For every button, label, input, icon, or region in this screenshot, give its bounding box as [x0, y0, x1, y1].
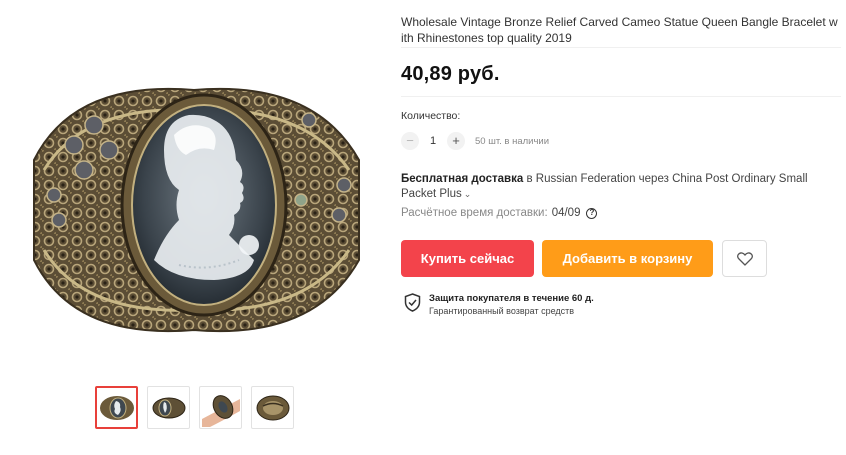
buyer-protection: Защита покупателя в течение 60 д. Гарант…	[404, 293, 594, 317]
protection-title: Защита покупателя в течение 60 д.	[429, 293, 594, 304]
help-icon[interactable]: ?	[586, 207, 598, 219]
protection-subtitle: Гарантированный возврат средств	[429, 306, 575, 316]
cameo-bracelet-front-icon	[99, 395, 134, 420]
quantity-value[interactable]: 1	[419, 135, 447, 147]
quantity-increase-button[interactable]: +	[447, 132, 465, 150]
thumbnail-3[interactable]	[199, 386, 242, 429]
heart-icon	[736, 251, 753, 266]
free-shipping-label: Бесплатная доставка	[401, 173, 524, 185]
chevron-down-icon: ⌄	[463, 189, 472, 199]
stock-availability: 50 шт. в наличии	[475, 135, 550, 147]
cameo-bracelet-on-wrist-icon	[201, 394, 240, 427]
product-info: Wholesale Vintage Bronze Relief Carved C…	[401, 0, 841, 316]
quantity-decrease-button[interactable]: −	[401, 132, 419, 150]
eta-date: 04/09	[551, 207, 581, 219]
add-to-cart-button[interactable]: Добавить в корзину	[542, 240, 713, 277]
thumbnail-strip	[95, 386, 294, 429]
thumbnail-4[interactable]	[251, 386, 294, 429]
divider	[401, 47, 841, 48]
wishlist-button[interactable]	[722, 240, 767, 277]
cameo-bracelet-back-icon	[256, 395, 289, 420]
thumbnail-2[interactable]	[147, 386, 190, 429]
product-price: 40,89 руб.	[401, 63, 500, 85]
eta-label: Расчётное время доставки:	[401, 207, 548, 219]
cameo-bracelet-side-icon	[152, 397, 185, 418]
quantity-label: Количество:	[401, 110, 461, 122]
buy-now-button[interactable]: Купить сейчас	[401, 240, 534, 277]
product-main-image[interactable]	[14, 10, 369, 365]
delivery-eta: Расчётное время доставки: 04/09 ?	[401, 207, 598, 219]
product-title: Wholesale Vintage Bronze Relief Carved C…	[401, 15, 838, 45]
shield-check-icon	[404, 293, 421, 312]
thumbnail-1[interactable]	[95, 386, 138, 429]
divider	[401, 96, 841, 97]
quantity-stepper: − 1 + 50 шт. в наличии	[401, 132, 549, 150]
delivery-info: Бесплатная доставка в Russian Federation…	[401, 172, 821, 202]
